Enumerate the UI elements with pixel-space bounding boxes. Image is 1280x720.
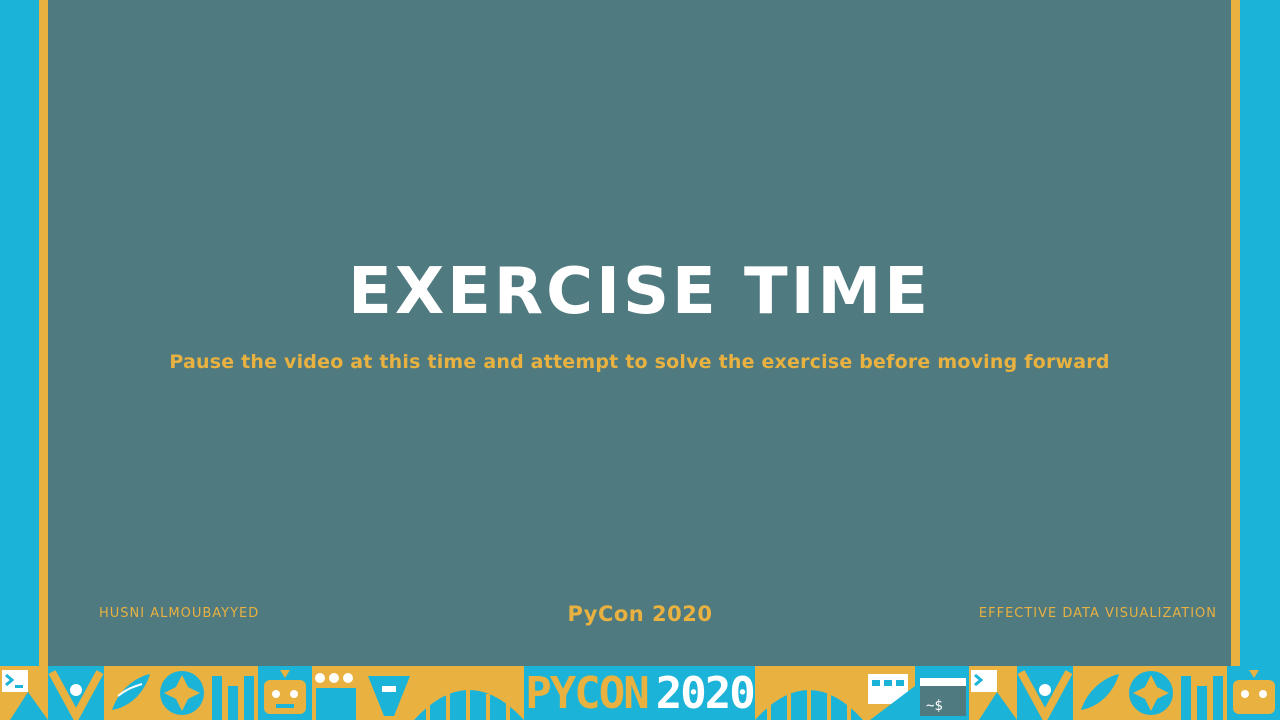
leaf-icon <box>104 666 156 720</box>
terminal-icon-right <box>969 666 1017 720</box>
robot-icon-right <box>1227 666 1280 720</box>
pillars-icon-right <box>1177 666 1227 720</box>
right-frame <box>1240 0 1280 666</box>
svg-text:~$: ~$ <box>926 698 943 714</box>
shell-prompt-icon: ~$ <box>915 666 969 720</box>
right-rail <box>1231 0 1240 666</box>
banner-logo: PYCON 2020 <box>524 666 756 720</box>
slide-subtitle: Pause the video at this time and attempt… <box>169 351 1110 373</box>
bridge-icon-right <box>755 666 863 720</box>
robot-icon <box>258 666 312 720</box>
banner-logo-year: 2020 <box>655 667 756 719</box>
checkmark-icon <box>48 666 104 720</box>
star-icon-right <box>1125 666 1177 720</box>
left-frame <box>0 0 38 666</box>
dots-icon <box>312 666 362 720</box>
slide-title: EXERCISE TIME <box>348 255 931 329</box>
checkmark-icon-right <box>1017 666 1073 720</box>
pillars-icon <box>208 666 258 720</box>
talk-title: EFFECTIVE DATA VISUALIZATION <box>978 606 1217 621</box>
banner-logo-text: PYCON <box>525 667 649 719</box>
slide-canvas: EXERCISE TIME Pause the video at this ti… <box>48 0 1231 666</box>
bridge-icon-left <box>414 666 524 720</box>
calendar-icon <box>863 666 915 720</box>
star-icon <box>156 666 208 720</box>
left-rail <box>39 0 48 666</box>
leaf-icon-right <box>1073 666 1125 720</box>
terminal-icon <box>0 666 48 720</box>
wrench-icon <box>362 666 414 720</box>
